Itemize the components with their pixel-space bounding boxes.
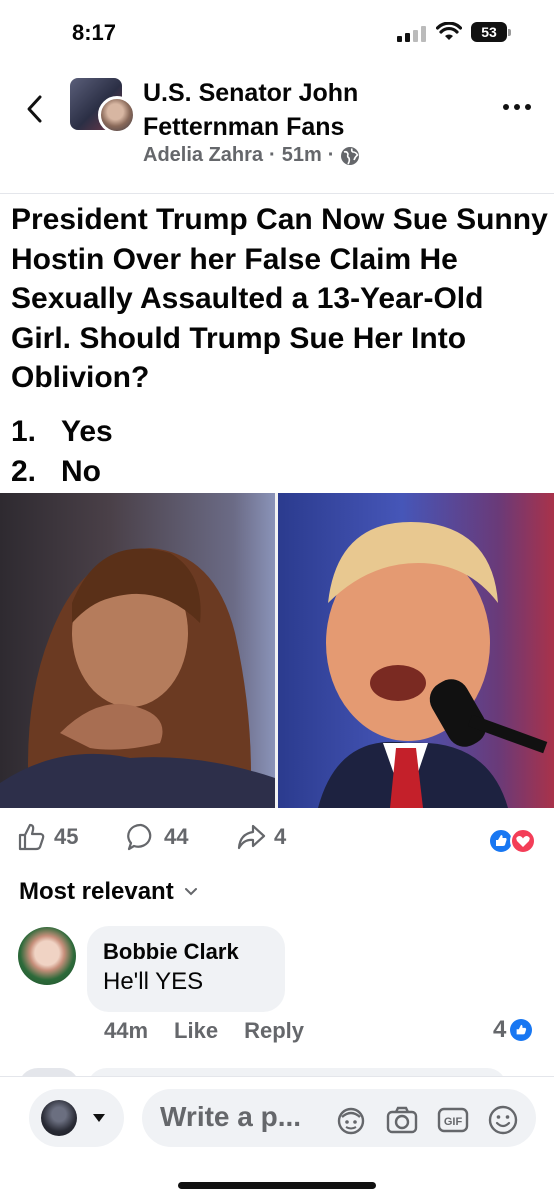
avatar-sticker-icon[interactable] (334, 1103, 368, 1137)
comment-bubble[interactable]: Bobbie Clark He'll YES (87, 926, 285, 1012)
comment-composer: Write a p... GIF (0, 1076, 554, 1199)
poll-option: 1. Yes (11, 412, 113, 452)
love-reaction-icon (510, 828, 536, 854)
commenter-avatar[interactable] (18, 927, 76, 985)
post-header: U.S. Senator John Fetternman Fans Adelia… (0, 70, 554, 194)
poll-option-label: No (61, 455, 101, 488)
photo-right-man (278, 493, 554, 808)
post-time[interactable]: 51m (282, 144, 322, 167)
thumbs-up-icon (18, 823, 45, 851)
comment-like-button[interactable]: Like (174, 1018, 218, 1044)
comment-count: 44 (164, 824, 189, 849)
poll-options: 1. Yes 2. No (11, 412, 113, 492)
like-badge-icon (510, 1019, 533, 1041)
battery-icon: 53 (471, 22, 511, 42)
comment-action[interactable]: 44 (126, 822, 188, 852)
photo-left-woman (0, 493, 275, 808)
post-author[interactable]: Adelia Zahra (143, 144, 263, 167)
comment-reaction-count[interactable]: 4 (493, 1016, 533, 1044)
comment-meta: 44m Like Reply (104, 1018, 304, 1044)
wifi-icon (436, 22, 462, 40)
author-avatar[interactable] (98, 96, 136, 134)
comment-text: He'll YES (103, 968, 204, 995)
camera-icon[interactable] (385, 1103, 419, 1137)
meta-separator: · (269, 144, 276, 166)
share-count: 4 (274, 824, 287, 849)
emoji-icon[interactable] (486, 1103, 520, 1137)
chevron-down-icon (184, 888, 197, 896)
cellular-signal-icon (397, 26, 427, 42)
meta-separator: · (327, 144, 335, 166)
comment-input[interactable]: Write a p... GIF (142, 1089, 536, 1147)
post-image[interactable] (0, 493, 554, 808)
poll-option-label: Yes (61, 415, 113, 448)
status-bar: 8:17 53 (0, 0, 554, 64)
like-count: 45 (54, 824, 79, 849)
more-options-icon[interactable] (503, 104, 533, 112)
comment-like-number: 4 (493, 1016, 507, 1043)
comment-time: 44m (104, 1018, 149, 1043)
comment-author[interactable]: Bobbie Clark (103, 938, 269, 966)
group-avatar[interactable] (70, 78, 136, 134)
comment-icon (127, 823, 152, 851)
my-avatar (41, 1100, 77, 1136)
comment-input-placeholder: Write a p... (160, 1101, 302, 1132)
reaction-summary[interactable] (488, 828, 540, 854)
group-name[interactable]: U.S. Senator John Fetternman Fans (143, 76, 463, 144)
comment-sort-dropdown[interactable]: Most relevant (19, 878, 198, 906)
post-actions: 45 44 4 (0, 822, 554, 862)
poll-option-number: 1. (11, 415, 37, 448)
profile-switcher[interactable] (29, 1089, 124, 1147)
battery-level: 53 (471, 22, 507, 42)
globe-icon (341, 146, 360, 165)
post-title: President Trump Can Now Sue Sunny Hostin… (11, 203, 548, 394)
status-time: 8:17 (72, 20, 117, 45)
share-action[interactable]: 4 (236, 822, 286, 852)
comment-reply-button[interactable]: Reply (244, 1018, 304, 1044)
post-meta: Adelia Zahra · 51m · (143, 144, 360, 167)
back-chevron-icon[interactable] (24, 94, 46, 124)
poll-option-number: 2. (11, 455, 37, 488)
gif-icon[interactable]: GIF (436, 1103, 470, 1137)
caret-down-icon (93, 1114, 105, 1122)
home-indicator (178, 1182, 376, 1189)
poll-option: 2. No (11, 452, 113, 492)
share-icon (237, 824, 266, 850)
sort-label: Most relevant (19, 878, 174, 905)
like-action[interactable]: 45 (16, 822, 78, 852)
svg-text:GIF: GIF (444, 1116, 463, 1128)
